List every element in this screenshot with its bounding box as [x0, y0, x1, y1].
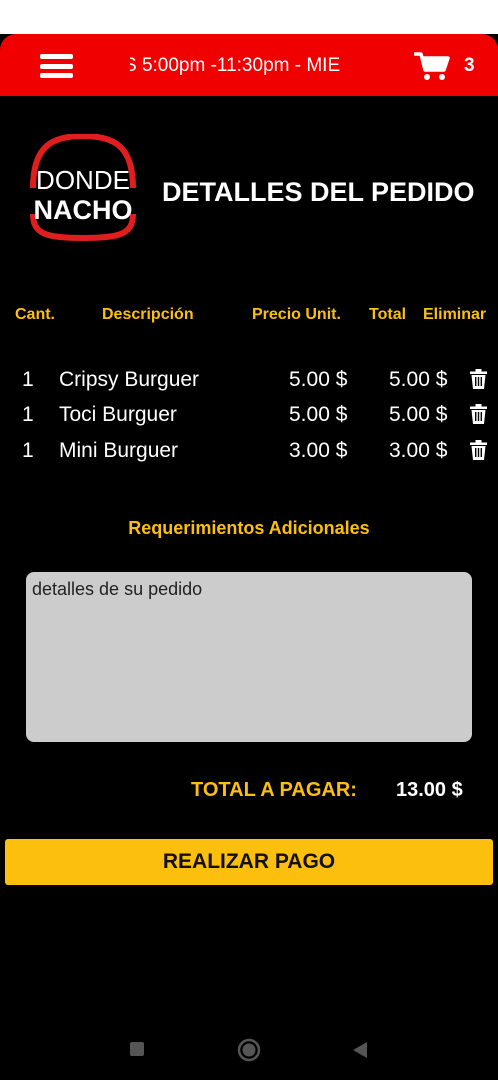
top-app-bar: S 5:00pm -11:30pm - MIE 3 [0, 34, 498, 96]
row-qty: 1 [22, 368, 34, 391]
row-qty: 1 [22, 439, 34, 462]
total-to-pay-value: 13.00 $ [396, 779, 463, 801]
nav-recents-square-icon[interactable] [130, 1042, 144, 1056]
trash-icon[interactable] [470, 440, 487, 460]
column-header-unit-price: Precio Unit. [252, 306, 341, 323]
trash-icon[interactable] [470, 404, 487, 424]
total-to-pay-label: TOTAL A PAGAR: [191, 779, 357, 801]
schedule-marquee: S 5:00pm -11:30pm - MIE [130, 54, 350, 78]
column-header-qty: Cant. [15, 306, 55, 323]
order-notes-textarea[interactable] [26, 572, 472, 742]
row-unit-price: 5.00 $ [289, 368, 348, 391]
row-unit-price: 3.00 $ [289, 439, 348, 462]
row-total: 3.00 $ [389, 439, 448, 462]
order-row: 1 Toci Burguer 5.00 $ 5.00 $ [0, 400, 498, 430]
row-qty: 1 [22, 403, 34, 426]
svg-text:DONDE: DONDE [36, 165, 130, 195]
row-total: 5.00 $ [389, 403, 448, 426]
column-header-total: Total [369, 306, 407, 323]
donde-nacho-logo: DONDE NACHO [30, 134, 136, 242]
hamburger-menu-icon[interactable] [40, 54, 73, 78]
row-unit-price: 5.00 $ [289, 403, 348, 426]
row-description: Cripsy Burguer [59, 368, 200, 391]
row-description: Toci Burguer [59, 403, 177, 426]
nav-home-circle-icon[interactable] [237, 1038, 261, 1062]
nav-back-triangle-icon[interactable] [352, 1041, 368, 1059]
row-total: 5.00 $ [389, 368, 448, 391]
row-description: Mini Burguer [59, 439, 179, 462]
column-header-description: Descripción [102, 306, 194, 323]
make-payment-button[interactable]: REALIZAR PAGO [5, 839, 493, 885]
additional-requirements-label: Requerimientos Adicionales [128, 518, 370, 538]
cart-count-badge[interactable]: 3 [464, 54, 475, 78]
trash-icon[interactable] [470, 369, 487, 389]
shopping-cart-icon[interactable] [414, 51, 450, 81]
column-header-delete: Eliminar [423, 306, 487, 323]
order-row: 1 Cripsy Burguer 5.00 $ 5.00 $ [0, 365, 498, 395]
status-bar-area [0, 0, 498, 34]
order-row: 1 Mini Burguer 3.00 $ 3.00 $ [0, 436, 498, 466]
svg-text:NACHO: NACHO [34, 195, 133, 225]
page-title: DETALLES DEL PEDIDO [162, 177, 475, 207]
schedule-marquee-text: S 5:00pm -11:30pm - MIE [130, 55, 341, 76]
